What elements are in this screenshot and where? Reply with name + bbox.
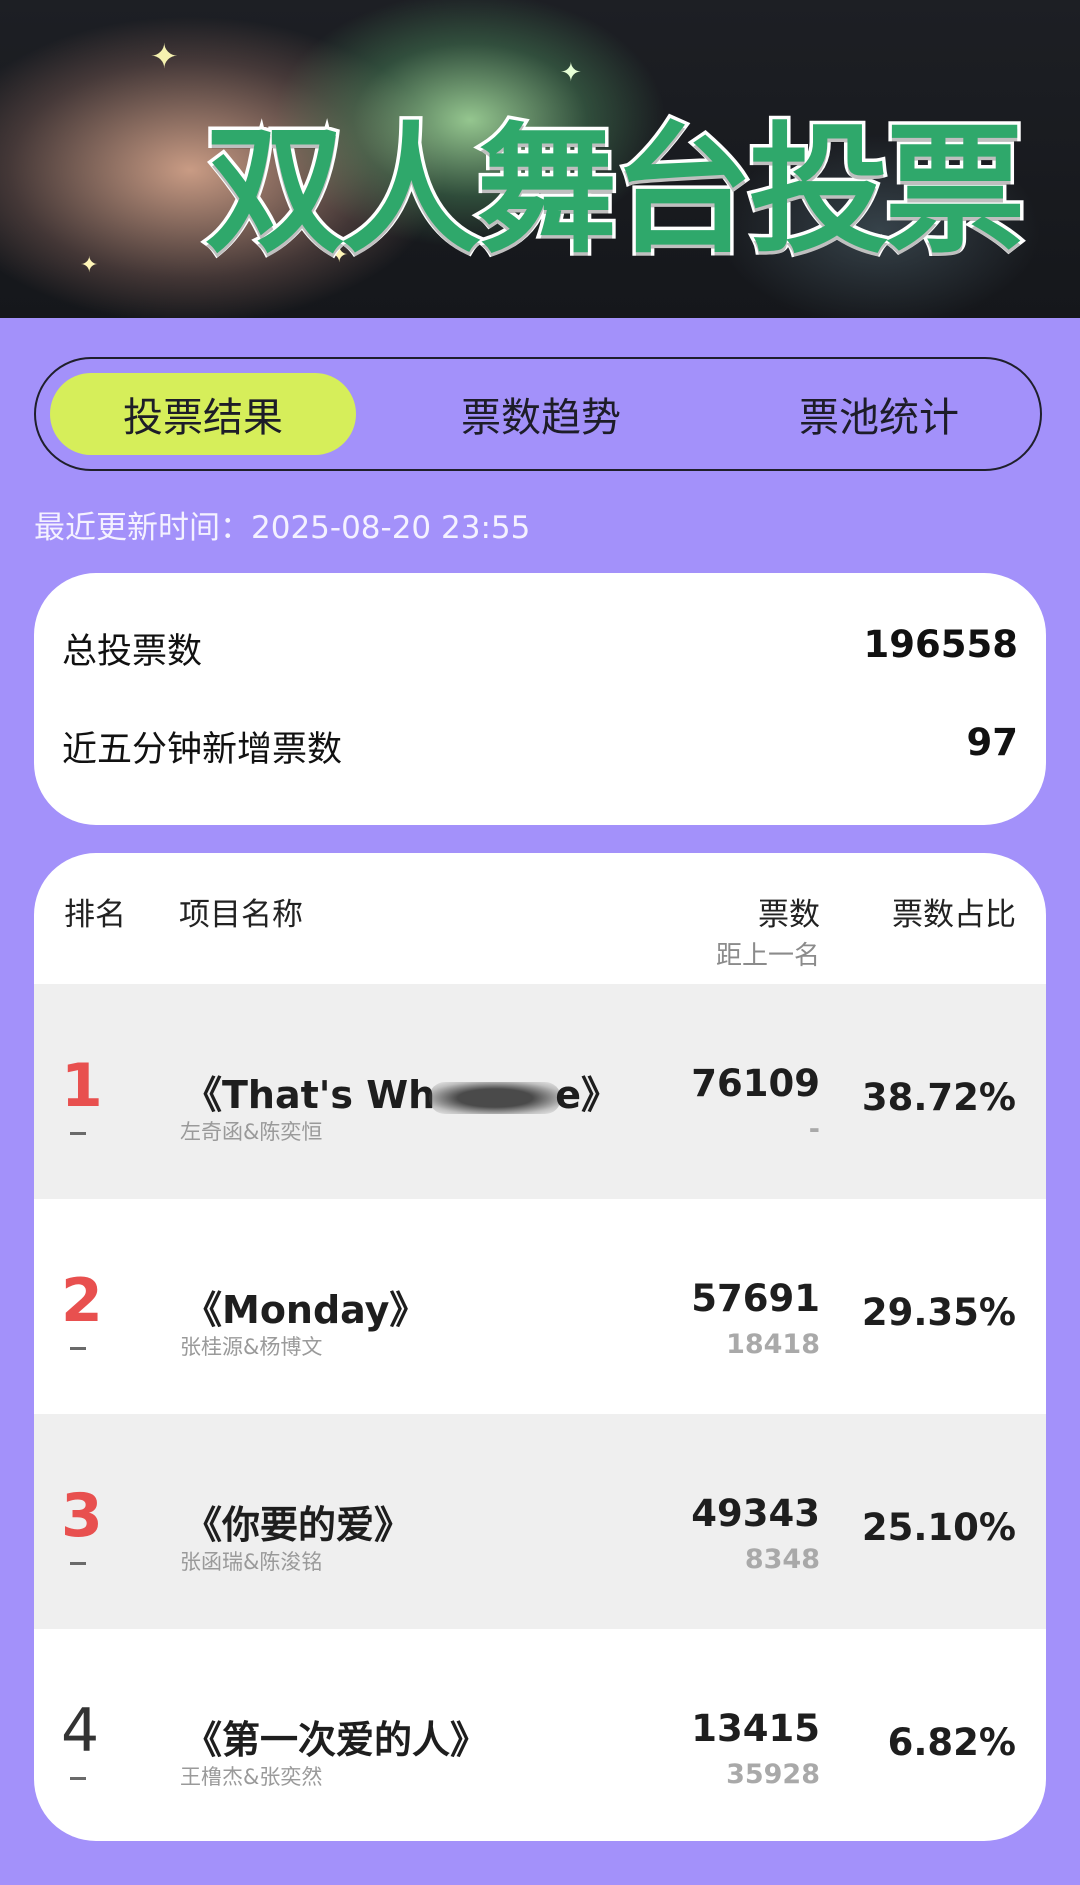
artist-names: 张桂源&杨博文 <box>180 1335 323 1359</box>
table-row[interactable]: 3 《你要的爱》 张函瑞&陈浚铭 49343 8348 25.10% <box>34 1414 1046 1629</box>
recent-votes-value: 97 <box>966 721 1019 764</box>
summary-card: 总投票数 196558 近五分钟新增票数 97 <box>34 573 1046 825</box>
vote-count: 13415 <box>691 1707 820 1750</box>
gap-to-previous: 35928 <box>726 1759 820 1790</box>
song-title: 《你要的爱》 <box>184 1503 413 1547</box>
artist-names: 张函瑞&陈浚铭 <box>180 1550 323 1574</box>
total-votes-value: 196558 <box>863 623 1018 666</box>
vote-share: 38.72% <box>861 1076 1016 1119</box>
recent-votes-label: 近五分钟新增票数 <box>62 730 343 770</box>
tab-vote-results[interactable]: 投票结果 <box>50 373 356 455</box>
song-title: 《第一次爱的人》 <box>184 1718 489 1762</box>
song-title-end: e》 <box>555 1073 620 1117</box>
table-row[interactable]: 2 《Monday》 张桂源&杨博文 57691 18418 29.35% <box>34 1199 1046 1414</box>
song-title: 《That's Wh e》 <box>184 1064 619 1119</box>
table-row[interactable]: 4 《第一次爱的人》 王橹杰&张奕然 13415 35928 6.82% <box>34 1629 1046 1841</box>
table-row[interactable]: 1 《That's Wh e》 左奇函&陈奕恒 76109 - 38.72% <box>34 984 1046 1199</box>
rank-change-indicator <box>70 1777 86 1780</box>
header-rank: 排名 <box>64 897 126 933</box>
banner-title: 双人舞台投票 <box>201 107 1028 277</box>
tab-pool-stats[interactable]: 票池统计 <box>726 373 1032 455</box>
header-name: 项目名称 <box>179 897 303 933</box>
rank-change-indicator <box>70 1562 86 1565</box>
total-votes-label: 总投票数 <box>62 632 203 672</box>
song-title-start: 《That's Wh <box>184 1073 436 1117</box>
last-updated-text: 最近更新时间：2025-08-20 23:55 <box>34 510 531 546</box>
ranking-table: 排名 项目名称 票数 距上一名 票数占比 1 《That's Wh e》 左奇函&… <box>34 853 1046 1841</box>
rank-change-indicator <box>70 1347 86 1350</box>
artist-names: 左奇函&陈奕恒 <box>180 1120 323 1144</box>
header-votes: 票数 <box>758 897 820 933</box>
header-banner: ✦ ✦ ✦ ✧ ✦ 双人舞台投票 <box>0 0 1080 318</box>
rank-number: 3 <box>61 1481 103 1551</box>
gap-to-previous: 18418 <box>726 1329 820 1360</box>
gap-to-previous: - <box>808 1114 820 1145</box>
tab-vote-trend[interactable]: 票数趋势 <box>388 373 694 455</box>
sparkle-icon: ✦ <box>80 253 99 278</box>
vote-share: 6.82% <box>887 1721 1016 1764</box>
rank-number: 1 <box>61 1051 103 1121</box>
redaction-blur <box>429 1081 562 1114</box>
vote-share: 25.10% <box>861 1506 1016 1549</box>
rank-change-indicator <box>70 1132 86 1135</box>
vote-share: 29.35% <box>861 1291 1016 1334</box>
vote-count: 49343 <box>691 1492 820 1535</box>
header-share: 票数占比 <box>892 897 1016 933</box>
header-gap: 距上一名 <box>715 941 820 971</box>
vote-count: 57691 <box>691 1277 820 1320</box>
rank-number: 2 <box>61 1266 103 1336</box>
song-title: 《Monday》 <box>184 1288 428 1332</box>
rank-number: 4 <box>61 1696 100 1766</box>
sparkle-icon: ✦ <box>150 37 179 77</box>
gap-to-previous: 8348 <box>744 1544 820 1575</box>
artist-names: 王橹杰&张奕然 <box>180 1765 323 1789</box>
tab-bar: 投票结果 票数趋势 票池统计 <box>34 357 1042 471</box>
vote-count: 76109 <box>691 1062 820 1105</box>
